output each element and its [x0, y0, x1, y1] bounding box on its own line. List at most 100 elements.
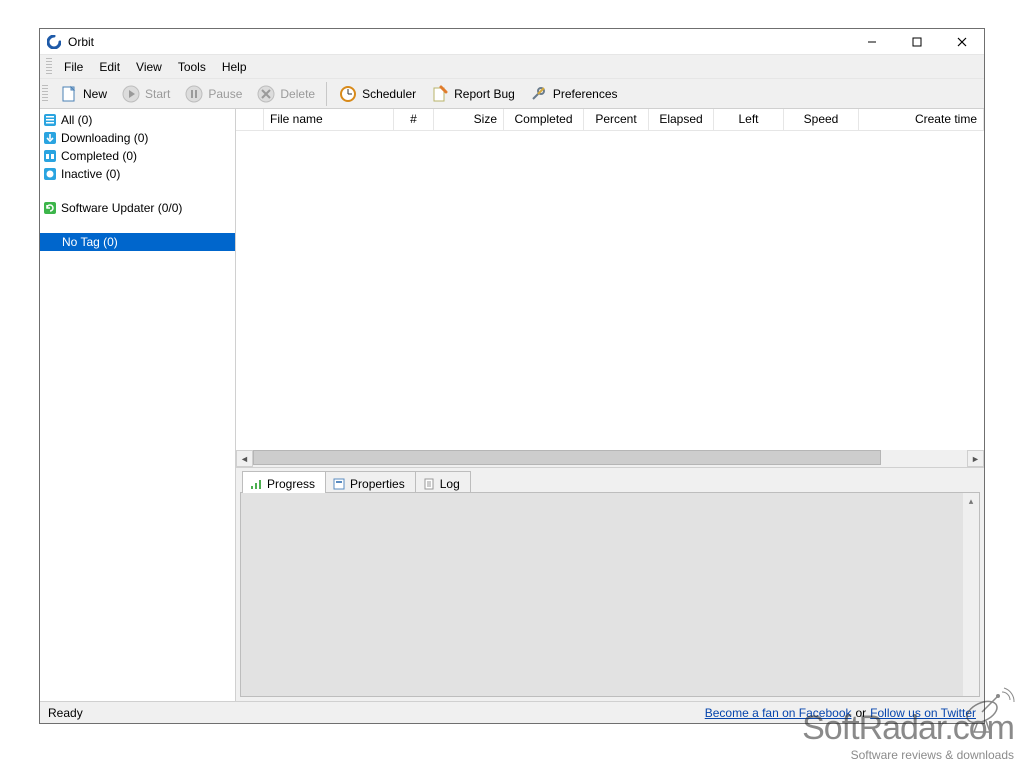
- toolbar: New Start Pause Delete Scheduler Report …: [40, 79, 984, 109]
- menu-view[interactable]: View: [128, 56, 170, 78]
- scroll-track[interactable]: [253, 450, 967, 467]
- completed-icon: [42, 148, 58, 164]
- tabstrip: Progress Properties Log: [236, 468, 984, 492]
- main: File name # Size Completed Percent Elaps…: [236, 109, 984, 701]
- listview-header: File name # Size Completed Percent Elaps…: [236, 109, 984, 131]
- tab-log-label: Log: [440, 477, 460, 491]
- col-elapsed[interactable]: Elapsed: [649, 109, 714, 130]
- listview-body[interactable]: [236, 131, 984, 450]
- tab-log[interactable]: Log: [415, 471, 471, 493]
- scroll-left-arrow[interactable]: ◄: [236, 450, 253, 467]
- refresh-icon: [42, 200, 58, 216]
- tab-progress[interactable]: Progress: [242, 471, 326, 493]
- bug-icon: [430, 84, 450, 104]
- delete-button[interactable]: Delete: [249, 81, 322, 107]
- menu-edit[interactable]: Edit: [91, 56, 128, 78]
- menubar: File Edit View Tools Help: [40, 55, 984, 79]
- status-text: Ready: [48, 706, 83, 720]
- pause-icon: [184, 84, 204, 104]
- log-icon: [422, 477, 436, 491]
- statusbar: Ready Become a fan on Facebook or Follow…: [40, 701, 984, 723]
- sidebar-all-label: All (0): [61, 113, 92, 127]
- col-completed[interactable]: Completed: [504, 109, 584, 130]
- pause-label: Pause: [208, 87, 242, 101]
- twitter-link[interactable]: Follow us on Twitter: [870, 706, 976, 720]
- sidebar-item-downloading[interactable]: Downloading (0): [40, 129, 235, 147]
- sidebar-updater-label: Software Updater (0/0): [61, 201, 182, 215]
- body: All (0) Downloading (0) Completed (0) In…: [40, 109, 984, 701]
- app-icon: [46, 34, 62, 50]
- toolbar-grip: [42, 85, 48, 103]
- new-label: New: [83, 87, 107, 101]
- start-button[interactable]: Start: [114, 81, 177, 107]
- col-blank[interactable]: [236, 109, 264, 130]
- sidebar-gap: [40, 183, 235, 199]
- list-icon: [42, 112, 58, 128]
- sidebar-item-inactive[interactable]: Inactive (0): [40, 165, 235, 183]
- maximize-button[interactable]: [894, 30, 939, 54]
- sidebar: All (0) Downloading (0) Completed (0) In…: [40, 109, 236, 701]
- titlebar: Orbit: [40, 29, 984, 55]
- delete-label: Delete: [280, 87, 315, 101]
- report-bug-label: Report Bug: [454, 87, 515, 101]
- preferences-button[interactable]: Preferences: [522, 81, 625, 107]
- window-controls: [849, 30, 984, 54]
- clock-icon: [338, 84, 358, 104]
- sidebar-item-completed[interactable]: Completed (0): [40, 147, 235, 165]
- window-title: Orbit: [68, 35, 94, 49]
- close-button[interactable]: [939, 30, 984, 54]
- tab-progress-label: Progress: [267, 477, 315, 491]
- watermark-subtitle: Software reviews & downloads: [802, 748, 1014, 762]
- pause-button[interactable]: Pause: [177, 81, 249, 107]
- scheduler-button[interactable]: Scheduler: [331, 81, 423, 107]
- tab-content: ▴: [240, 492, 980, 697]
- preferences-icon: [529, 84, 549, 104]
- report-bug-button[interactable]: Report Bug: [423, 81, 522, 107]
- properties-icon: [332, 477, 346, 491]
- sidebar-notag-label: No Tag (0): [62, 235, 118, 249]
- col-percent[interactable]: Percent: [584, 109, 649, 130]
- play-icon: [121, 84, 141, 104]
- new-button[interactable]: New: [52, 81, 114, 107]
- app-window: Orbit File Edit View Tools Help New Star…: [39, 28, 985, 724]
- vertical-scrollbar[interactable]: ▴: [963, 493, 979, 696]
- col-filename[interactable]: File name: [264, 109, 394, 130]
- sidebar-completed-label: Completed (0): [61, 149, 137, 163]
- sidebar-inactive-label: Inactive (0): [61, 167, 120, 181]
- col-size[interactable]: Size: [434, 109, 504, 130]
- tab-properties[interactable]: Properties: [325, 471, 416, 493]
- menu-file[interactable]: File: [56, 56, 91, 78]
- minimize-button[interactable]: [849, 30, 894, 54]
- preferences-label: Preferences: [553, 87, 618, 101]
- sidebar-item-all[interactable]: All (0): [40, 111, 235, 129]
- progress-icon: [249, 477, 263, 491]
- menu-help[interactable]: Help: [214, 56, 255, 78]
- scheduler-label: Scheduler: [362, 87, 416, 101]
- col-hash[interactable]: #: [394, 109, 434, 130]
- status-or: or: [856, 706, 867, 720]
- delete-icon: [256, 84, 276, 104]
- col-createtime[interactable]: Create time: [859, 109, 984, 130]
- detail-panel: Progress Properties Log ▴: [236, 468, 984, 701]
- inactive-icon: [42, 166, 58, 182]
- col-speed[interactable]: Speed: [784, 109, 859, 130]
- scroll-up-arrow[interactable]: ▴: [963, 493, 979, 509]
- listview: File name # Size Completed Percent Elaps…: [236, 109, 984, 468]
- sidebar-gap2: [40, 217, 235, 233]
- status-links: Become a fan on Facebook or Follow us on…: [705, 706, 976, 720]
- sidebar-downloading-label: Downloading (0): [61, 131, 148, 145]
- sidebar-item-updater[interactable]: Software Updater (0/0): [40, 199, 235, 217]
- col-left[interactable]: Left: [714, 109, 784, 130]
- tab-properties-label: Properties: [350, 477, 405, 491]
- menu-tools[interactable]: Tools: [170, 56, 214, 78]
- scroll-right-arrow[interactable]: ►: [967, 450, 984, 467]
- scroll-thumb[interactable]: [253, 450, 881, 465]
- download-icon: [42, 130, 58, 146]
- toolbar-separator: [326, 82, 327, 106]
- sidebar-item-notag[interactable]: No Tag (0): [40, 233, 235, 251]
- start-label: Start: [145, 87, 170, 101]
- horizontal-scrollbar[interactable]: ◄ ►: [236, 450, 984, 467]
- facebook-link[interactable]: Become a fan on Facebook: [705, 706, 852, 720]
- new-file-icon: [59, 84, 79, 104]
- menubar-grip: [46, 58, 52, 76]
